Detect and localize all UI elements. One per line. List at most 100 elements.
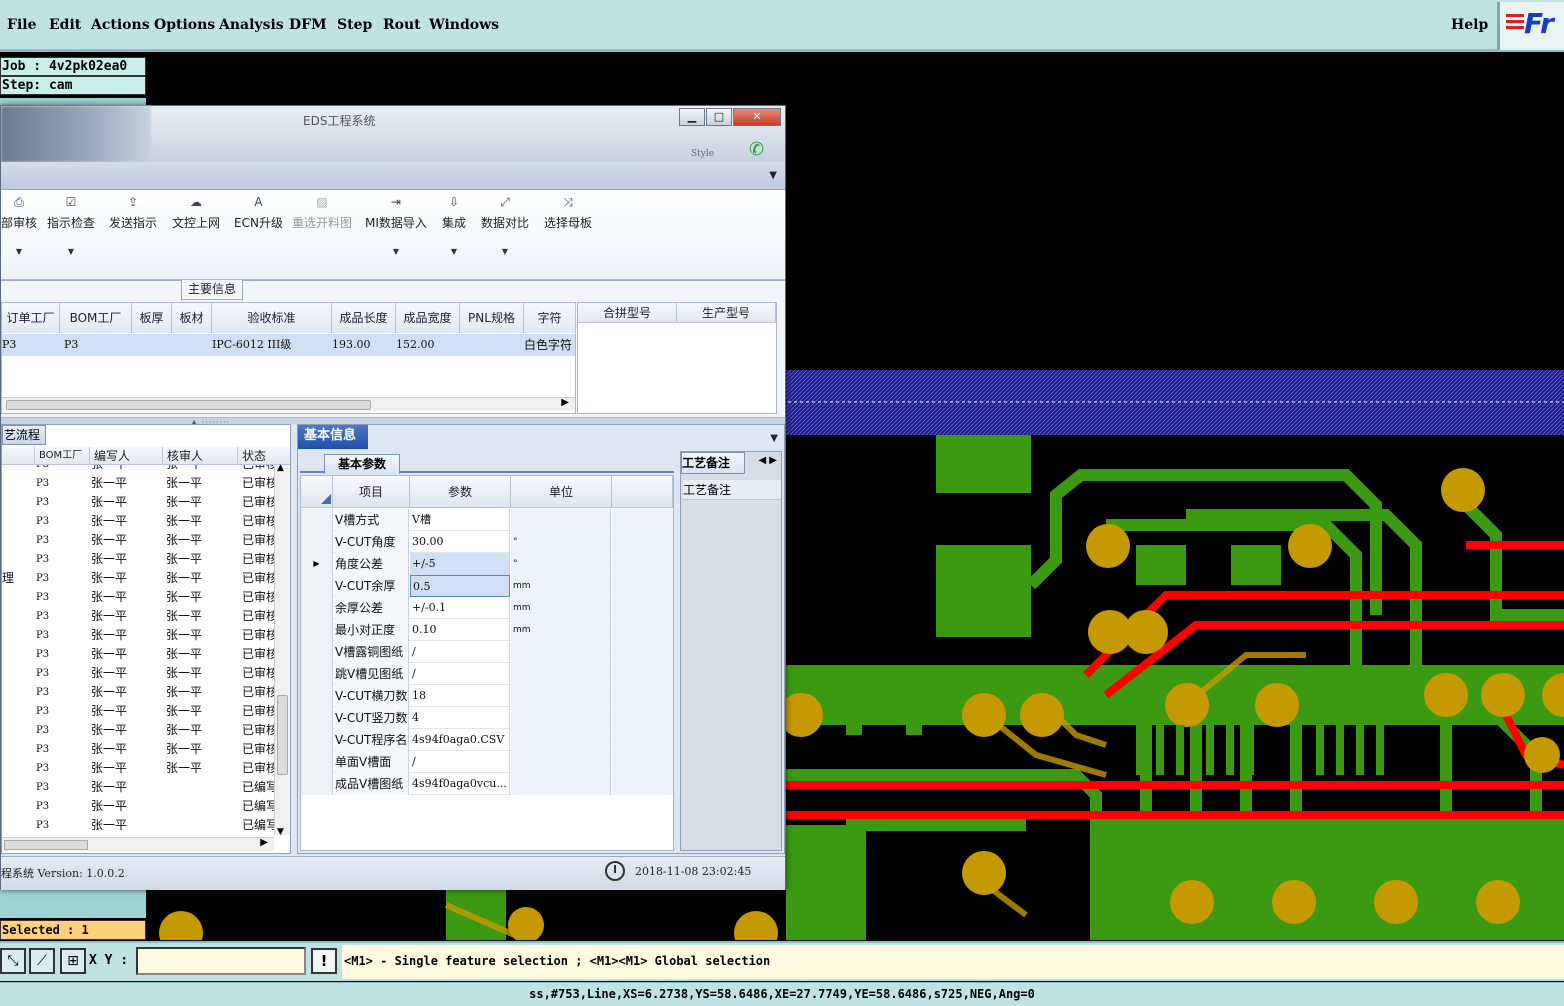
- param-value[interactable]: /: [410, 663, 510, 685]
- menu-step[interactable]: Step: [337, 17, 372, 33]
- process-list[interactable]: P3 张一平 张一平 已审核 P3 张一平 张一平 已审核 P3 张一平 张一平 已审核 P3 张一平 张一…: [2, 465, 274, 835]
- menu-analysis[interactable]: Analysis: [219, 17, 284, 33]
- col-unit[interactable]: 单位: [511, 476, 612, 508]
- ribbon-btn-review[interactable]: ⎙ 部审核 ▼: [1, 194, 37, 256]
- col-material[interactable]: 板材: [172, 303, 212, 333]
- ribbon-collapse-icon[interactable]: ▼: [769, 170, 777, 181]
- param-value[interactable]: 4: [410, 707, 510, 729]
- col-length[interactable]: 成品长度: [332, 303, 396, 333]
- col-item[interactable]: 项目: [333, 476, 410, 508]
- col-bom-factory[interactable]: BOM工厂: [60, 303, 132, 333]
- param-value[interactable]: +/-0.1: [410, 597, 510, 619]
- param-value[interactable]: +/-5: [410, 553, 510, 575]
- col-merge-model[interactable]: 合拼型号: [578, 303, 677, 323]
- table-row[interactable]: P3 张一平 已编写: [2, 778, 274, 797]
- table-row[interactable]: P3 张一平 已编写: [2, 797, 274, 816]
- col-writer[interactable]: 编写人: [89, 447, 162, 465]
- row-indicator[interactable]: [301, 619, 333, 641]
- row-indicator[interactable]: [301, 575, 333, 597]
- param-value[interactable]: 18: [410, 685, 510, 707]
- menu-dfm[interactable]: DFM: [289, 17, 327, 33]
- table-row[interactable]: P3 张一平 张一平 已审核: [2, 588, 274, 607]
- horizontal-scrollbar[interactable]: ▶: [2, 397, 575, 411]
- param-row[interactable]: ▶ 角度公差 +/-5 °: [301, 553, 673, 575]
- scroll-thumb[interactable]: [4, 840, 88, 850]
- measure-icon[interactable]: ⟋: [29, 948, 55, 974]
- table-row[interactable]: P3 张一平 张一平 已审核 理: [2, 569, 274, 588]
- scroll-thumb[interactable]: [277, 695, 288, 775]
- ribbon-btn-motherboard[interactable]: ⤨ 选择母板: [544, 194, 592, 231]
- ribbon-btn-import[interactable]: ⇥ MI数据导入 ▼: [365, 194, 427, 256]
- style-menu[interactable]: Style: [691, 149, 714, 159]
- table-row[interactable]: P3 张一平 张一平 已审核: [2, 512, 274, 531]
- table-row[interactable]: P3 张一平 张一平 已审核: [2, 683, 274, 702]
- param-row[interactable]: V-CUT余厚 0.5 mm: [301, 575, 673, 597]
- row-indicator[interactable]: [301, 509, 333, 531]
- scroll-right-icon[interactable]: ▶: [260, 837, 268, 848]
- param-value[interactable]: /: [410, 641, 510, 663]
- row-indicator[interactable]: [301, 531, 333, 553]
- grid-snap-icon[interactable]: ⊞: [60, 948, 86, 974]
- col-order-factory[interactable]: 订单工厂: [2, 303, 60, 333]
- scroll-thumb[interactable]: [6, 400, 371, 410]
- param-value[interactable]: 4s94f0aga0.CSV: [410, 729, 510, 751]
- dropdown-arrow-icon[interactable]: ▼: [1, 247, 37, 256]
- table-row[interactable]: P3 张一平 张一平 已审核: [2, 493, 274, 512]
- main-info-table[interactable]: 订单工厂 BOM工厂 板厚 板材 验收标准 成品长度 成品宽度 PNL规格 字符…: [1, 302, 576, 414]
- param-row[interactable]: V-CUT竖刀数 4: [301, 707, 673, 729]
- phone-icon[interactable]: ✆: [749, 139, 764, 160]
- col-bom-factory[interactable]: BOM工厂: [34, 447, 89, 465]
- xy-input[interactable]: [136, 947, 306, 975]
- col-status[interactable]: 状态: [237, 447, 274, 465]
- horizontal-scrollbar[interactable]: ▶: [2, 837, 274, 851]
- table-row[interactable]: P3 张一平 张一平 已审核: [2, 721, 274, 740]
- param-row[interactable]: V槽方式 V槽: [301, 509, 673, 531]
- row-indicator[interactable]: [301, 597, 333, 619]
- col-pnl[interactable]: PNL规格: [460, 303, 524, 333]
- tab-remark[interactable]: 工艺备注: [681, 452, 745, 474]
- row-indicator[interactable]: [301, 707, 333, 729]
- param-row[interactable]: V-CUT角度 30.00 °: [301, 531, 673, 553]
- table-row[interactable]: P3 张一平 张一平 已审核: [2, 759, 274, 778]
- menu-actions[interactable]: Actions: [91, 17, 150, 33]
- menu-windows[interactable]: Windows: [429, 17, 499, 33]
- tab-scroll-arrows-icon[interactable]: ◀ ▶: [758, 455, 777, 466]
- minimize-button[interactable]: ▁: [679, 108, 705, 126]
- param-row[interactable]: V槽露铜图纸 /: [301, 641, 673, 663]
- dropdown-arrow-icon[interactable]: ▼: [442, 247, 466, 256]
- menu-edit[interactable]: Edit: [49, 17, 81, 33]
- menu-file[interactable]: File: [7, 17, 36, 33]
- row-indicator[interactable]: [301, 685, 333, 707]
- dropdown-arrow-icon[interactable]: ▼: [481, 247, 529, 256]
- model-table[interactable]: 合拼型号 生产型号: [577, 302, 777, 414]
- row-pointer-icon[interactable]: ▶: [301, 553, 333, 575]
- param-row[interactable]: 单面V槽面 /: [301, 751, 673, 773]
- param-value[interactable]: 30.00: [410, 531, 510, 553]
- param-value[interactable]: V槽: [410, 509, 510, 531]
- eds-titlebar[interactable]: EDS工程系统 ▁ □ ✕ Style ✆: [1, 106, 785, 162]
- table-row[interactable]: P3 张一平 张一平 已审核: [2, 531, 274, 550]
- dropdown-arrow-icon[interactable]: ▼: [47, 247, 95, 256]
- row-indicator[interactable]: [301, 641, 333, 663]
- col-param[interactable]: 参数: [410, 476, 511, 508]
- param-value[interactable]: /: [410, 751, 510, 773]
- table-row[interactable]: P3 张一平 张一平 已审核: [2, 465, 274, 474]
- ribbon-btn-send[interactable]: ⇪ 发送指示: [109, 194, 157, 231]
- col-thickness[interactable]: 板厚: [132, 303, 172, 333]
- ribbon-btn-reselect[interactable]: ▨ 重选开料图: [292, 194, 352, 231]
- ribbon-btn-ecn[interactable]: A ECN升级: [234, 194, 283, 231]
- param-row[interactable]: 最小对正度 0.10 mm: [301, 619, 673, 641]
- table-row[interactable]: P3 张一平 张一平 已审核: [2, 626, 274, 645]
- tab-process[interactable]: 艺流程: [2, 425, 46, 445]
- col-reviewer[interactable]: 核审人: [162, 447, 237, 465]
- tab-basic-params[interactable]: 基本参数: [324, 454, 400, 474]
- param-value[interactable]: 0.5: [410, 575, 510, 597]
- col-acceptance[interactable]: 验收标准: [212, 303, 332, 333]
- col-width[interactable]: 成品宽度: [396, 303, 460, 333]
- maximize-button[interactable]: □: [706, 108, 732, 126]
- menu-help[interactable]: Help: [1451, 17, 1488, 33]
- close-button[interactable]: ✕: [733, 108, 781, 126]
- menu-rout[interactable]: Rout: [383, 17, 421, 33]
- param-row[interactable]: 余厚公差 +/-0.1 mm: [301, 597, 673, 619]
- table-row[interactable]: P3 张一平 张一平 已审核: [2, 664, 274, 683]
